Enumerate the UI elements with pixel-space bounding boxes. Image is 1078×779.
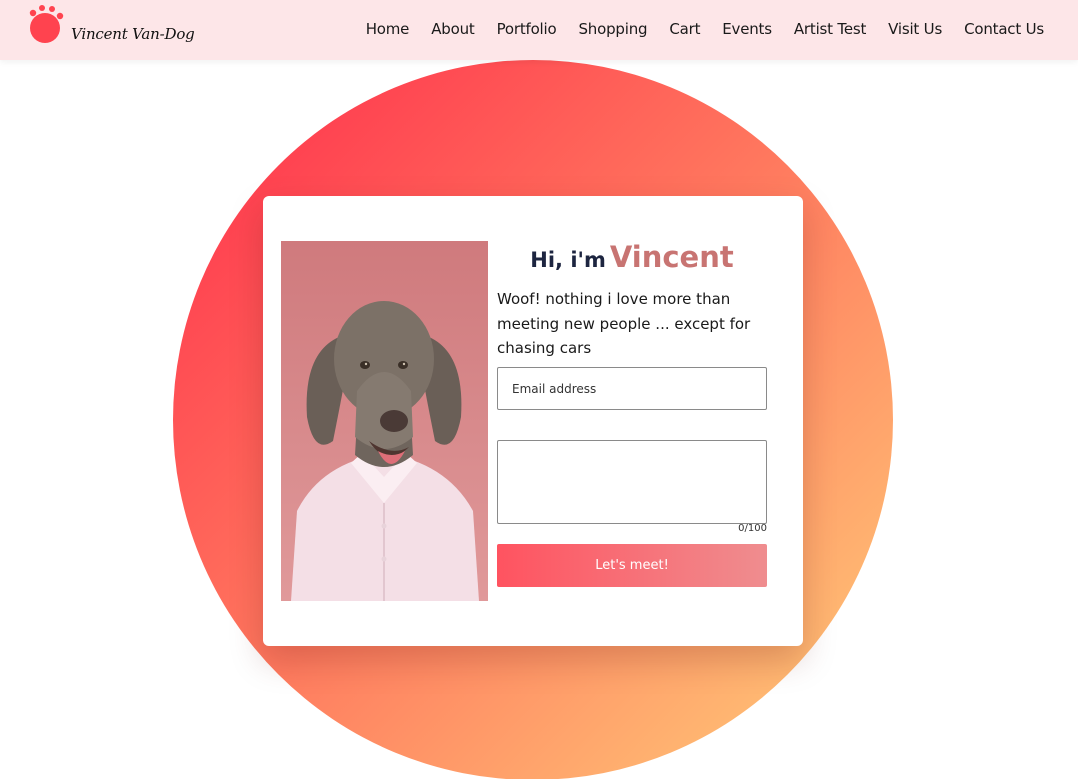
nav-shopping[interactable]: Shopping (578, 20, 647, 38)
nav-artist-test[interactable]: Artist Test (794, 20, 866, 38)
site-logo[interactable]: Vincent Van-Dog (22, 4, 195, 50)
dog-photo (281, 241, 488, 601)
nav-visit-us[interactable]: Visit Us (888, 20, 942, 38)
nav-cart[interactable]: Cart (669, 20, 700, 38)
main-nav: Home About Portfolio Shopping Cart Event… (366, 20, 1044, 38)
greeting-name: Vincent (609, 240, 734, 274)
nav-portfolio[interactable]: Portfolio (497, 20, 557, 38)
nav-contact-us[interactable]: Contact Us (964, 20, 1044, 38)
greeting-prefix: Hi, i'm (530, 248, 606, 272)
message-textarea[interactable] (497, 440, 767, 524)
site-header: Vincent Van-Dog Home About Portfolio Sho… (0, 0, 1078, 60)
bio-text: Woof! nothing i love more than meeting n… (497, 290, 751, 357)
nav-home[interactable]: Home (366, 20, 410, 38)
nav-about[interactable]: About (431, 20, 475, 38)
char-counter: 0/100 (738, 523, 767, 534)
logo-text: Vincent Van-Dog (71, 25, 195, 43)
lets-meet-button[interactable]: Let's meet! (497, 544, 767, 587)
intro-card: Hi, i'm Vincent Woof! nothing i love more… (263, 196, 803, 646)
email-field[interactable] (497, 367, 767, 410)
greeting-heading: Hi, i'm Vincent (497, 240, 767, 274)
nav-events[interactable]: Events (722, 20, 772, 38)
